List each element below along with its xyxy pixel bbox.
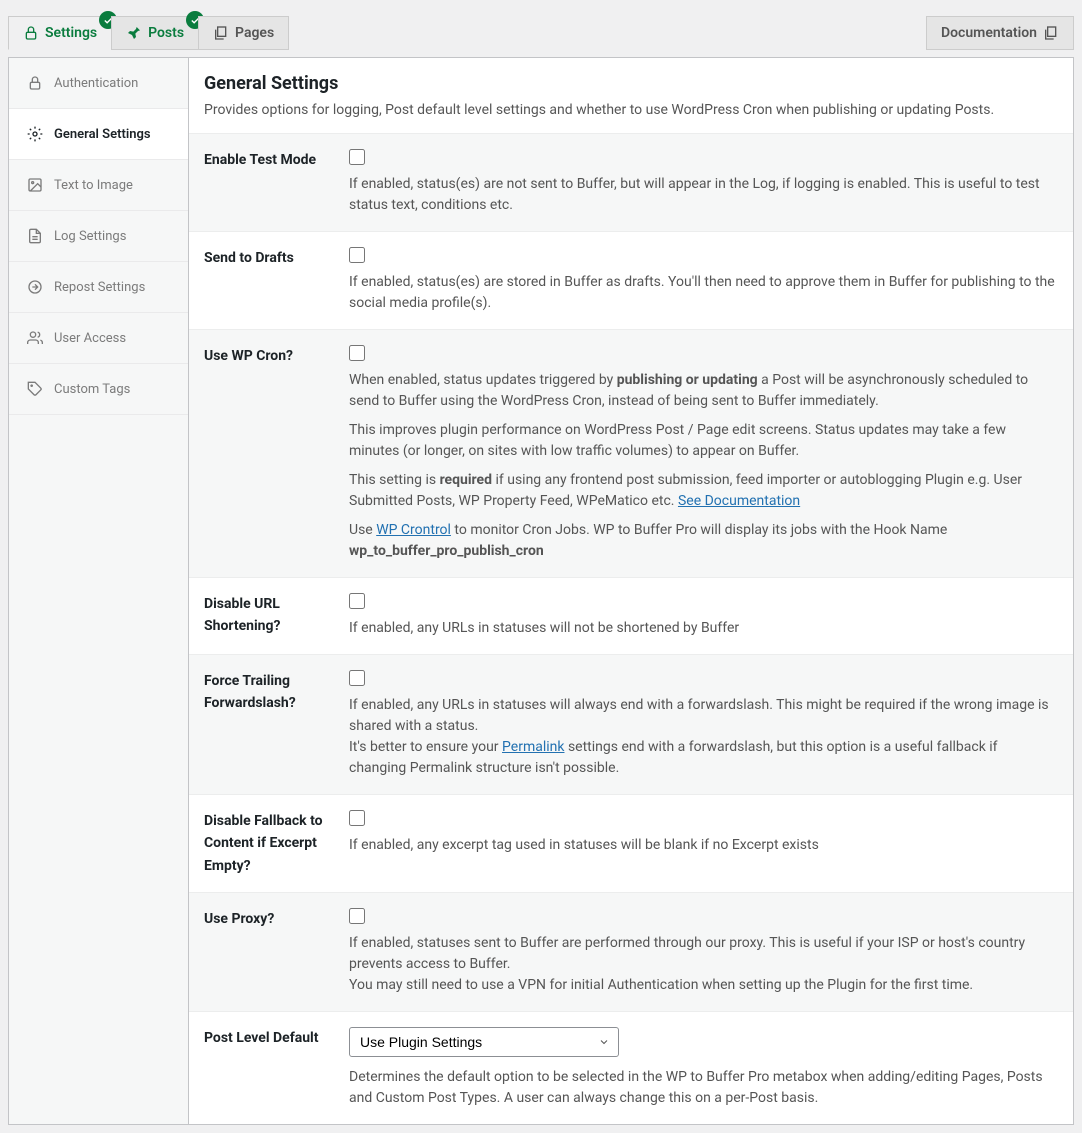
repost-icon xyxy=(27,279,43,295)
checkbox-disable-fallback[interactable] xyxy=(349,810,365,826)
label-force-slash: Force Trailing Forwardslash? xyxy=(204,670,349,779)
desc-force-slash-1: If enabled, any URLs in statuses will al… xyxy=(349,695,1058,737)
checkbox-wp-cron[interactable] xyxy=(349,345,365,361)
sidebar-item-user-access[interactable]: User Access xyxy=(9,313,188,364)
page-title: General Settings xyxy=(204,73,1058,94)
select-post-default[interactable]: Use Plugin Settings xyxy=(349,1027,619,1057)
pages-icon xyxy=(213,25,229,41)
main-wrap: Authentication General Settings Text to … xyxy=(8,57,1074,1125)
desc-force-slash-2: It's better to ensure your Permalink set… xyxy=(349,737,1058,779)
top-tabs: Settings Posts Pages Documentation xyxy=(8,8,1074,50)
sidebar-item-label: Log Settings xyxy=(54,229,126,244)
desc-wp-cron-3: This setting is required if using any fr… xyxy=(349,470,1058,512)
desc-disable-fallback: If enabled, any excerpt tag used in stat… xyxy=(349,835,1058,856)
sidebar-item-custom-tags[interactable]: Custom Tags xyxy=(9,364,188,415)
link-wp-crontrol[interactable]: WP Crontrol xyxy=(376,522,451,538)
tab-pages[interactable]: Pages xyxy=(198,16,289,50)
desc-wp-cron-2: This improves plugin performance on Word… xyxy=(349,420,1058,462)
sidebar-item-label: Authentication xyxy=(54,76,138,91)
page-header: General Settings Provides options for lo… xyxy=(189,58,1073,133)
desc-disable-url: If enabled, any URLs in statuses will no… xyxy=(349,618,1058,639)
pin-icon xyxy=(126,25,142,41)
label-post-default: Post Level Default xyxy=(204,1027,349,1109)
sidebar: Authentication General Settings Text to … xyxy=(9,58,189,1124)
tab-settings[interactable]: Settings xyxy=(8,16,112,50)
sidebar-item-general[interactable]: General Settings xyxy=(9,109,188,160)
row-disable-url: Disable URL Shortening? If enabled, any … xyxy=(189,577,1073,654)
lock-icon xyxy=(23,25,39,41)
desc-send-drafts: If enabled, status(es) are stored in Buf… xyxy=(349,272,1058,314)
file-icon xyxy=(27,228,43,244)
image-icon xyxy=(27,177,43,193)
row-use-proxy: Use Proxy? If enabled, statuses sent to … xyxy=(189,892,1073,1011)
link-see-documentation[interactable]: See Documentation xyxy=(678,493,800,509)
desc-wp-cron-1: When enabled, status updates triggered b… xyxy=(349,370,1058,412)
gear-icon xyxy=(27,126,43,142)
tab-pages-label: Pages xyxy=(235,25,274,41)
sidebar-item-log[interactable]: Log Settings xyxy=(9,211,188,262)
row-post-default: Post Level Default Use Plugin Settings D… xyxy=(189,1011,1073,1124)
copy-icon xyxy=(1043,25,1059,41)
users-icon xyxy=(27,330,43,346)
sidebar-item-label: Custom Tags xyxy=(54,382,130,397)
checkbox-use-proxy[interactable] xyxy=(349,908,365,924)
sidebar-item-label: General Settings xyxy=(54,127,151,142)
tab-posts[interactable]: Posts xyxy=(111,16,199,50)
desc-test-mode: If enabled, status(es) are not sent to B… xyxy=(349,174,1058,216)
page-description: Provides options for logging, Post defau… xyxy=(204,102,1058,118)
link-permalink[interactable]: Permalink xyxy=(502,739,564,755)
lock-icon xyxy=(27,75,43,91)
sidebar-item-authentication[interactable]: Authentication xyxy=(9,58,188,109)
label-use-proxy: Use Proxy? xyxy=(204,908,349,996)
row-wp-cron: Use WP Cron? When enabled, status update… xyxy=(189,329,1073,577)
desc-use-proxy-2: You may still need to use a VPN for init… xyxy=(349,975,1058,996)
checkbox-send-drafts[interactable] xyxy=(349,247,365,263)
sidebar-item-text-image[interactable]: Text to Image xyxy=(9,160,188,211)
row-force-slash: Force Trailing Forwardslash? If enabled,… xyxy=(189,654,1073,794)
documentation-label: Documentation xyxy=(941,25,1037,41)
checkbox-test-mode[interactable] xyxy=(349,149,365,165)
desc-wp-cron-4: Use WP Crontrol to monitor Cron Jobs. WP… xyxy=(349,520,1058,562)
sidebar-item-label: Text to Image xyxy=(54,178,133,193)
label-test-mode: Enable Test Mode xyxy=(204,149,349,216)
tab-settings-label: Settings xyxy=(45,25,97,41)
label-disable-url: Disable URL Shortening? xyxy=(204,593,349,639)
label-wp-cron: Use WP Cron? xyxy=(204,345,349,562)
row-test-mode: Enable Test Mode If enabled, status(es) … xyxy=(189,133,1073,231)
label-send-drafts: Send to Drafts xyxy=(204,247,349,314)
content: General Settings Provides options for lo… xyxy=(189,58,1073,1124)
sidebar-item-repost[interactable]: Repost Settings xyxy=(9,262,188,313)
row-send-drafts: Send to Drafts If enabled, status(es) ar… xyxy=(189,231,1073,329)
tag-icon xyxy=(27,381,43,397)
sidebar-item-label: Repost Settings xyxy=(54,280,145,295)
label-disable-fallback: Disable Fallback to Content if Excerpt E… xyxy=(204,810,349,877)
desc-post-default: Determines the default option to be sele… xyxy=(349,1067,1058,1109)
desc-use-proxy-1: If enabled, statuses sent to Buffer are … xyxy=(349,933,1058,975)
checkbox-force-slash[interactable] xyxy=(349,670,365,686)
documentation-button[interactable]: Documentation xyxy=(926,16,1074,50)
sidebar-item-label: User Access xyxy=(54,331,126,346)
tab-posts-label: Posts xyxy=(148,25,184,41)
row-disable-fallback: Disable Fallback to Content if Excerpt E… xyxy=(189,794,1073,892)
checkbox-disable-url[interactable] xyxy=(349,593,365,609)
